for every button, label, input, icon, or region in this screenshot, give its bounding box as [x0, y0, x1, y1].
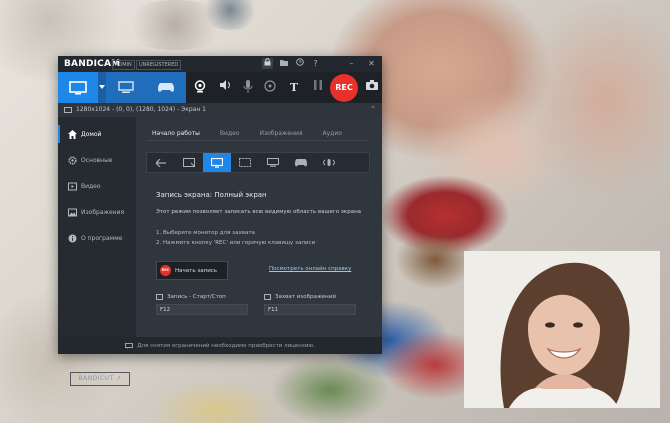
capture-area-text: 1280x1024 - (0, 0), (1280, 1024) - Экран… [76, 106, 206, 113]
hotkey-record-icon [156, 294, 163, 300]
online-help-link[interactable]: Посмотреть онлайн справку [269, 266, 351, 272]
capture-mode-bar [146, 152, 370, 173]
mode-around-mouse-button[interactable] [231, 153, 259, 172]
hotkey-record-field[interactable]: F12 [156, 304, 248, 315]
game-record-icon [267, 158, 279, 167]
screen-mode-button[interactable] [58, 72, 98, 103]
game-record-icon [118, 81, 134, 93]
capture-area-bar[interactable]: 1280x1024 - (0, 0), (1280, 1024) - Экран… [58, 103, 382, 118]
pause-icon[interactable] [310, 80, 326, 96]
sidebar-item-images[interactable]: Изображения [68, 205, 132, 219]
hotkey-capture-field[interactable]: F11 [264, 304, 356, 315]
sidebar-item-label: Изображения [81, 208, 125, 216]
tab-audio[interactable]: Аудио [323, 130, 342, 137]
status-bar: Для снятия ограничений необходимо приобр… [58, 337, 382, 354]
monitor-icon [211, 157, 223, 168]
webcam-person-image [464, 251, 660, 408]
tab-getting-started[interactable]: Начало работы [152, 130, 200, 137]
gamepad-icon [158, 83, 174, 92]
tab-images[interactable]: Изображения [259, 130, 302, 137]
rec-button[interactable]: REC [330, 74, 358, 102]
folder-icon[interactable] [278, 58, 289, 69]
mode-device-button[interactable] [287, 153, 315, 172]
tab-bar: Начало работы Видео Изображения Аудио [152, 130, 362, 137]
hotkey-capture-label: Захват изображений [264, 294, 336, 300]
monitor-icon [69, 81, 87, 95]
start-recording-label: Начать запись [175, 267, 218, 274]
section-title: Запись экрана: Полный экран [156, 191, 267, 199]
admin-badge: ADMIN [112, 60, 135, 70]
tab-divider [146, 140, 368, 141]
mode-description: Этот режим позволяет записать всю видиму… [156, 209, 362, 215]
message-icon [125, 342, 134, 349]
mode-fullscreen-button[interactable] [203, 153, 231, 172]
gear-icon [68, 155, 77, 165]
sidebar: Домой Основные Видео Изображения О прогр… [58, 117, 136, 386]
mode-game-button[interactable] [259, 153, 287, 172]
rec-mini-icon: REC [160, 265, 171, 276]
home-icon [68, 129, 77, 139]
license-message[interactable]: Для снятия ограничений необходимо приобр… [137, 343, 315, 349]
close-icon[interactable]: ✕ [366, 58, 377, 69]
start-recording-button[interactable]: REC Начать запись [156, 261, 228, 280]
help-icon[interactable]: ? [310, 58, 321, 69]
back-button[interactable] [147, 153, 175, 172]
hotkey-capture-label-text: Захват изображений [275, 294, 336, 300]
audio-wave-icon [323, 159, 335, 166]
mode-audio-button[interactable] [315, 153, 343, 172]
dashed-area-icon [239, 158, 251, 167]
speaker-icon[interactable] [218, 80, 234, 96]
chevron-down-icon [99, 85, 105, 89]
game-record-mode-button[interactable] [106, 72, 146, 103]
unregistered-badge: UNREGISTERED [136, 60, 182, 70]
text-icon[interactable]: T [286, 80, 302, 96]
screen-mode-dropdown[interactable] [98, 72, 106, 103]
gamepad-icon [295, 158, 307, 166]
sidebar-item-video[interactable]: Видео [68, 179, 132, 193]
mouse-icon[interactable] [262, 80, 278, 96]
rectangle-area-icon [183, 158, 195, 167]
tab-video[interactable]: Видео [220, 130, 240, 137]
webcam-overlay [464, 251, 660, 408]
hotkey-capture-icon [264, 294, 271, 300]
video-icon [68, 182, 77, 191]
sidebar-item-label: Основные [81, 156, 113, 164]
sidebar-item-label: О программе [81, 234, 123, 242]
info-icon [68, 234, 77, 243]
sidebar-item-label: Видео [81, 182, 101, 190]
area-screen-icon [64, 107, 72, 113]
sidebar-item-about[interactable]: О программе [68, 231, 132, 245]
lock-icon[interactable] [262, 58, 273, 69]
hotkey-record-label-text: Запись - Старт/Стоп [167, 294, 226, 300]
collapse-icon[interactable]: ⌃ [370, 105, 376, 113]
hotkey-record-label: Запись - Старт/Стоп [156, 294, 226, 300]
minimize-icon[interactable]: – [346, 58, 357, 69]
bandicam-window: BANDICAM ADMIN UNREGISTERED ? – ✕ T REC … [58, 56, 382, 386]
camera-icon[interactable] [364, 80, 380, 96]
mode-rectangle-button[interactable] [175, 153, 203, 172]
step-2: 2. Нажмите кнопку 'REC' или горячую клав… [156, 240, 316, 246]
bandicut-button[interactable]: BANDICUT ↗ [70, 372, 130, 386]
gamepad-mode-button[interactable] [146, 72, 186, 103]
webcam-icon[interactable] [192, 80, 208, 96]
image-icon [68, 208, 77, 217]
sidebar-item-general[interactable]: Основные [68, 153, 132, 167]
microphone-icon[interactable] [240, 80, 256, 96]
sidebar-item-home[interactable]: Домой [58, 125, 132, 143]
arrow-left-icon [156, 158, 166, 167]
sidebar-item-label: Домой [81, 130, 102, 138]
clock-icon[interactable] [294, 58, 305, 69]
step-1: 1. Выберите монитор для захвата [156, 230, 255, 236]
main-panel: Начало работы Видео Изображения Аудио За… [136, 117, 382, 337]
title-bar[interactable]: BANDICAM ADMIN UNREGISTERED ? – ✕ [58, 56, 382, 72]
